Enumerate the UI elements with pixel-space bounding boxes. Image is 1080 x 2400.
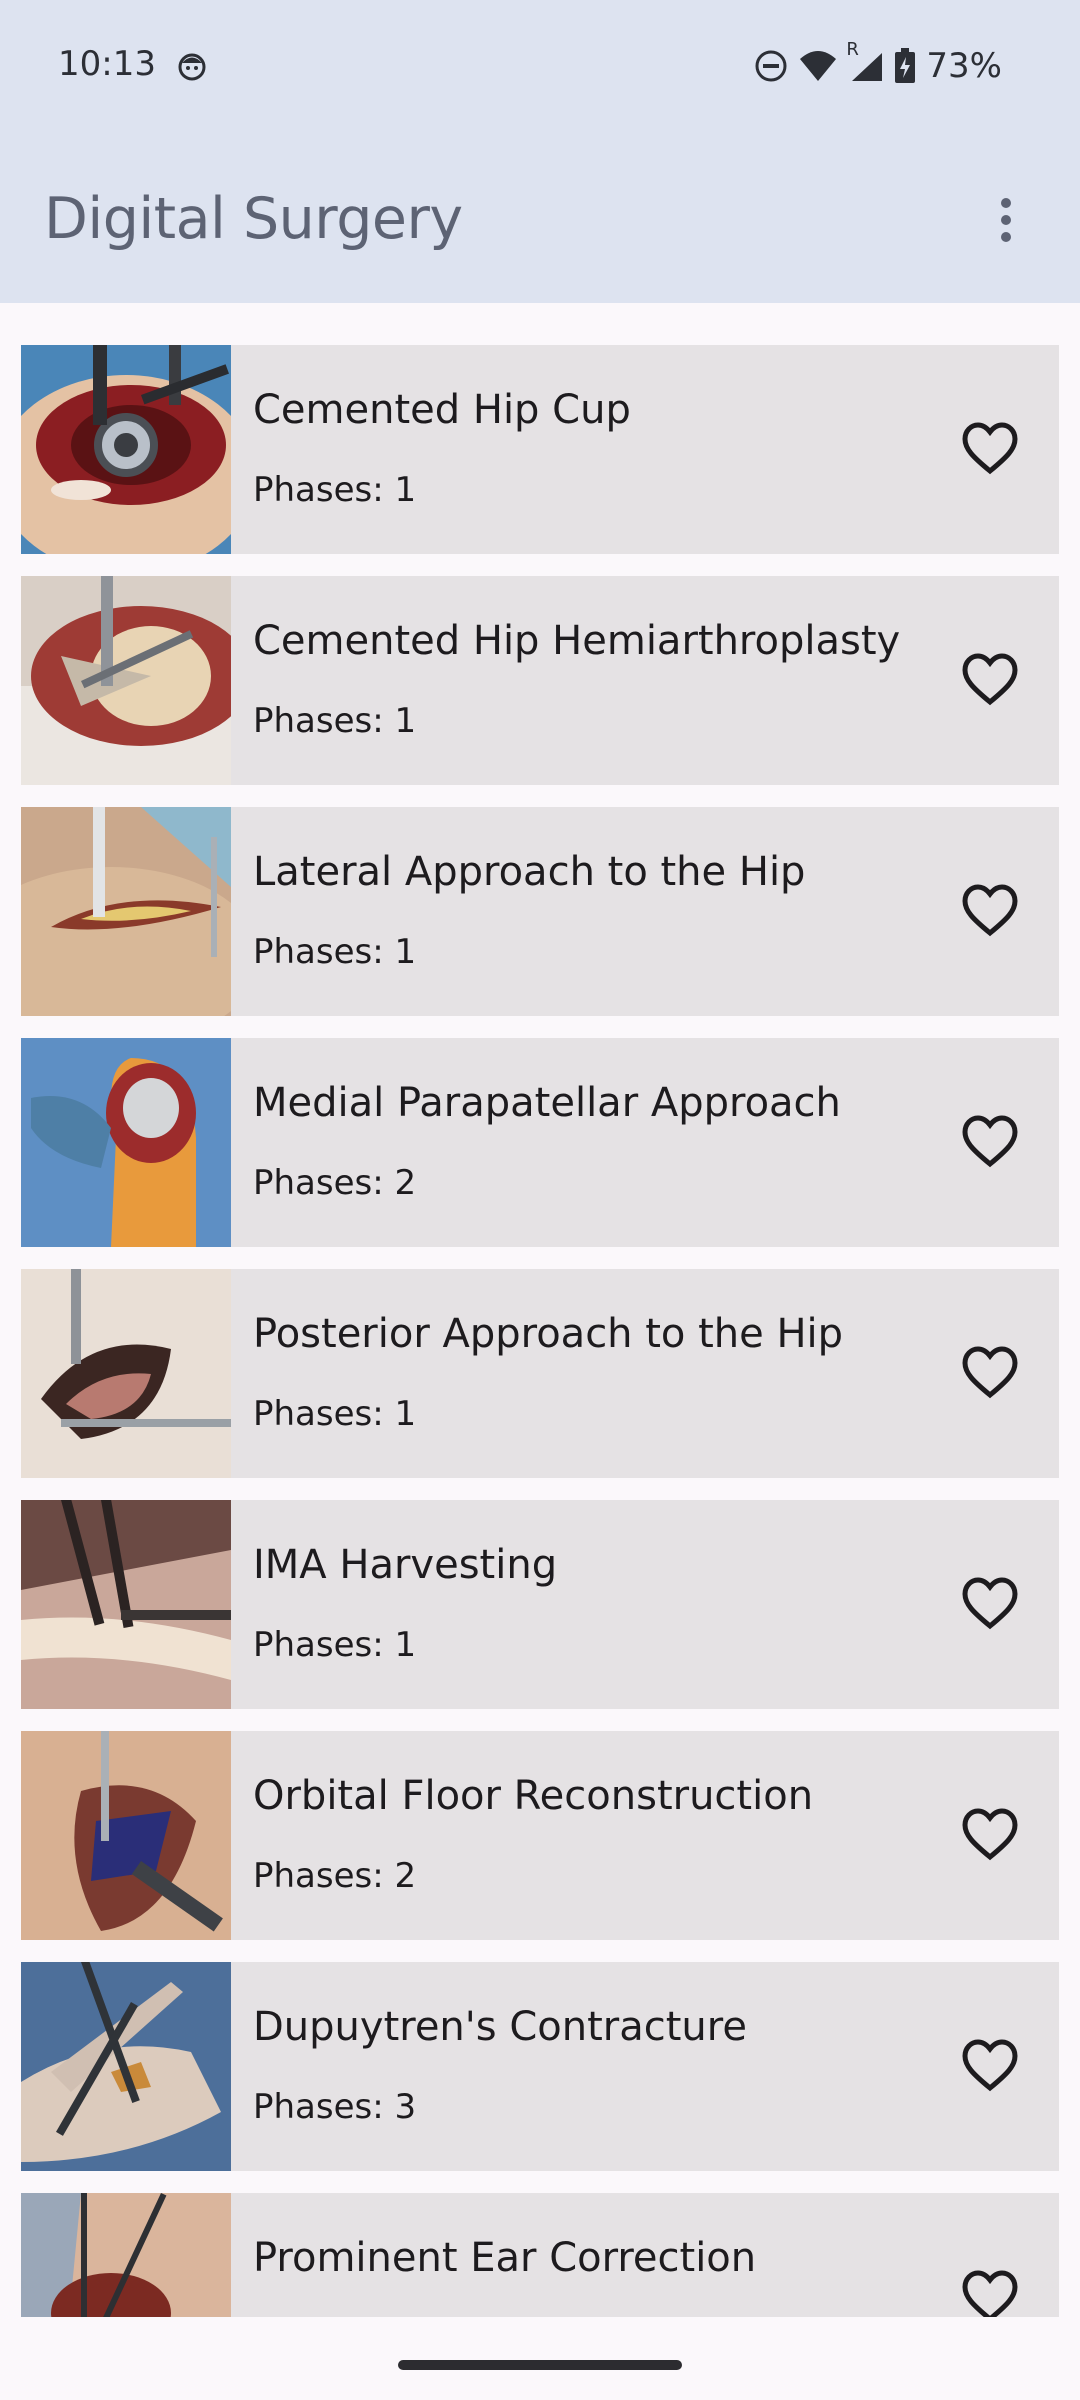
procedure-thumbnail [21, 2193, 231, 2317]
procedure-phases: Phases: 1 [253, 470, 417, 510]
procedure-card[interactable]: Cemented Hip Cup Phases: 1 [21, 345, 1059, 554]
procedure-card[interactable]: Medial Parapatellar Approach Phases: 2 [21, 1038, 1059, 1247]
procedure-thumbnail [21, 345, 231, 554]
procedure-card[interactable]: Prominent Ear Correction [21, 2193, 1059, 2317]
signal-icon: R [846, 39, 884, 83]
procedure-title: Cemented Hip Cup [253, 387, 631, 433]
procedure-phases: Phases: 1 [253, 1394, 417, 1434]
face-icon [178, 53, 206, 81]
procedure-title: Dupuytren's Contracture [253, 2004, 747, 2050]
procedure-title: Cemented Hip Hemiarthroplasty [253, 618, 901, 664]
procedure-card[interactable]: IMA Harvesting Phases: 1 [21, 1500, 1059, 1709]
procedure-title: IMA Harvesting [253, 1542, 558, 1588]
status-bar: 10:13 R 73% [0, 0, 1080, 134]
heart-outline-icon[interactable] [961, 2038, 1019, 2094]
heart-outline-icon[interactable] [961, 883, 1019, 939]
procedure-phases: Phases: 3 [253, 2087, 417, 2127]
procedure-card[interactable]: Dupuytren's Contracture Phases: 3 [21, 1962, 1059, 2171]
procedure-title: Posterior Approach to the Hip [253, 1311, 844, 1357]
procedure-card[interactable]: Cemented Hip Hemiarthroplasty Phases: 1 [21, 576, 1059, 785]
app-title: Digital Surgery [44, 186, 463, 252]
procedure-title: Orbital Floor Reconstruction [253, 1773, 814, 1819]
heart-outline-icon[interactable] [961, 1576, 1019, 1632]
heart-outline-icon[interactable] [961, 421, 1019, 477]
procedure-thumbnail [21, 1731, 231, 1940]
procedure-thumbnail [21, 576, 231, 785]
top-app-area: 10:13 R 73% Digital Surgery [0, 0, 1080, 303]
procedure-phases: Phases: 2 [253, 1856, 417, 1896]
heart-outline-icon[interactable] [961, 1114, 1019, 1170]
procedure-thumbnail [21, 807, 231, 1016]
procedure-thumbnail [21, 1500, 231, 1709]
procedure-title: Prominent Ear Correction [253, 2235, 757, 2281]
heart-outline-icon[interactable] [961, 2269, 1019, 2317]
procedure-card[interactable]: Orbital Floor Reconstruction Phases: 2 [21, 1731, 1059, 1940]
heart-outline-icon[interactable] [961, 652, 1019, 708]
procedure-thumbnail [21, 1038, 231, 1247]
gesture-nav-handle[interactable] [398, 2360, 682, 2370]
procedure-title: Medial Parapatellar Approach [253, 1080, 841, 1126]
procedure-list[interactable]: Cemented Hip Cup Phases: 1 Cemented Hip … [21, 345, 1059, 2317]
battery-icon [895, 48, 916, 83]
more-vert-icon[interactable] [976, 190, 1036, 250]
procedure-phases: Phases: 2 [253, 1163, 417, 1203]
procedure-thumbnail [21, 1962, 231, 2171]
procedure-phases: Phases: 1 [253, 701, 417, 741]
battery-percent: 73% [926, 46, 1002, 86]
procedure-phases: Phases: 1 [253, 932, 417, 972]
procedure-title: Lateral Approach to the Hip [253, 849, 806, 895]
roaming-indicator: R [846, 39, 859, 60]
procedure-thumbnail [21, 1269, 231, 1478]
dnd-icon [755, 50, 787, 82]
procedure-card[interactable]: Lateral Approach to the Hip Phases: 1 [21, 807, 1059, 1016]
heart-outline-icon[interactable] [961, 1345, 1019, 1401]
procedure-phases: Phases: 1 [253, 1625, 417, 1665]
status-time: 10:13 [58, 44, 156, 84]
wifi-icon [800, 51, 837, 81]
heart-outline-icon[interactable] [961, 1807, 1019, 1863]
procedure-card[interactable]: Posterior Approach to the Hip Phases: 1 [21, 1269, 1059, 1478]
status-icons: R 73% [754, 39, 1002, 88]
